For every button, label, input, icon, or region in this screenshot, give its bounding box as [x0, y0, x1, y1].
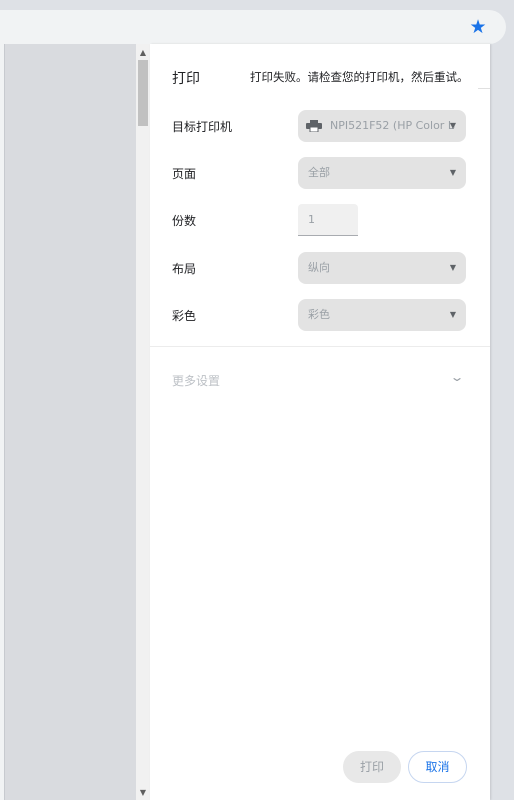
print-title: 打印 [172, 71, 200, 87]
layout-select[interactable]: 纵向 ▼ [298, 252, 466, 284]
address-bar[interactable]: ★ [0, 10, 506, 44]
dropdown-arrow-icon: ▼ [449, 121, 456, 130]
dropdown-arrow-icon: ▼ [449, 263, 456, 272]
dropdown-arrow-icon: ▼ [449, 168, 456, 177]
cancel-button[interactable]: 取消 [408, 751, 467, 783]
color-value: 彩色 [308, 308, 330, 321]
scroll-down-arrow-icon[interactable]: ▼ [136, 786, 150, 800]
printer-icon [306, 120, 322, 132]
preview-scrollbar[interactable]: ▲ ▼ [136, 44, 150, 800]
copies-label: 份数 [172, 214, 197, 228]
destination-value: NPI521F52 (HP Color La [330, 119, 455, 132]
preview-page-edge [0, 44, 5, 800]
print-error-message: 打印失败。请检查您的打印机，然后重试。 [250, 70, 469, 84]
layout-label: 布局 [172, 262, 197, 276]
layout-value: 纵向 [308, 261, 330, 274]
star-icon[interactable]: ★ [468, 17, 488, 37]
destination-label: 目标打印机 [172, 120, 233, 134]
destination-select[interactable]: NPI521F52 (HP Color La ▼ [298, 110, 466, 142]
color-label: 彩色 [172, 309, 197, 323]
tab-strip [0, 0, 514, 8]
color-select[interactable]: 彩色 ▼ [298, 299, 466, 331]
pages-select[interactable]: 全部 ▼ [298, 157, 466, 189]
scrollbar-thumb[interactable] [138, 60, 148, 126]
dropdown-arrow-icon: ▼ [449, 310, 456, 319]
print-button[interactable]: 打印 [343, 751, 401, 783]
chevron-down-icon[interactable]: ⌄ [449, 370, 464, 384]
header-divider [478, 88, 490, 89]
print-preview-area [0, 44, 136, 800]
print-settings-panel: 打印 打印失败。请检查您的打印机，然后重试。 目标打印机 NPI521F52 (… [150, 44, 490, 800]
copies-input[interactable]: 1 [298, 204, 358, 236]
pages-label: 页面 [172, 167, 197, 181]
pages-value: 全部 [308, 166, 330, 179]
scroll-up-arrow-icon[interactable]: ▲ [136, 46, 150, 60]
more-settings-toggle[interactable]: 更多设置 [172, 372, 220, 389]
section-divider [150, 346, 490, 347]
